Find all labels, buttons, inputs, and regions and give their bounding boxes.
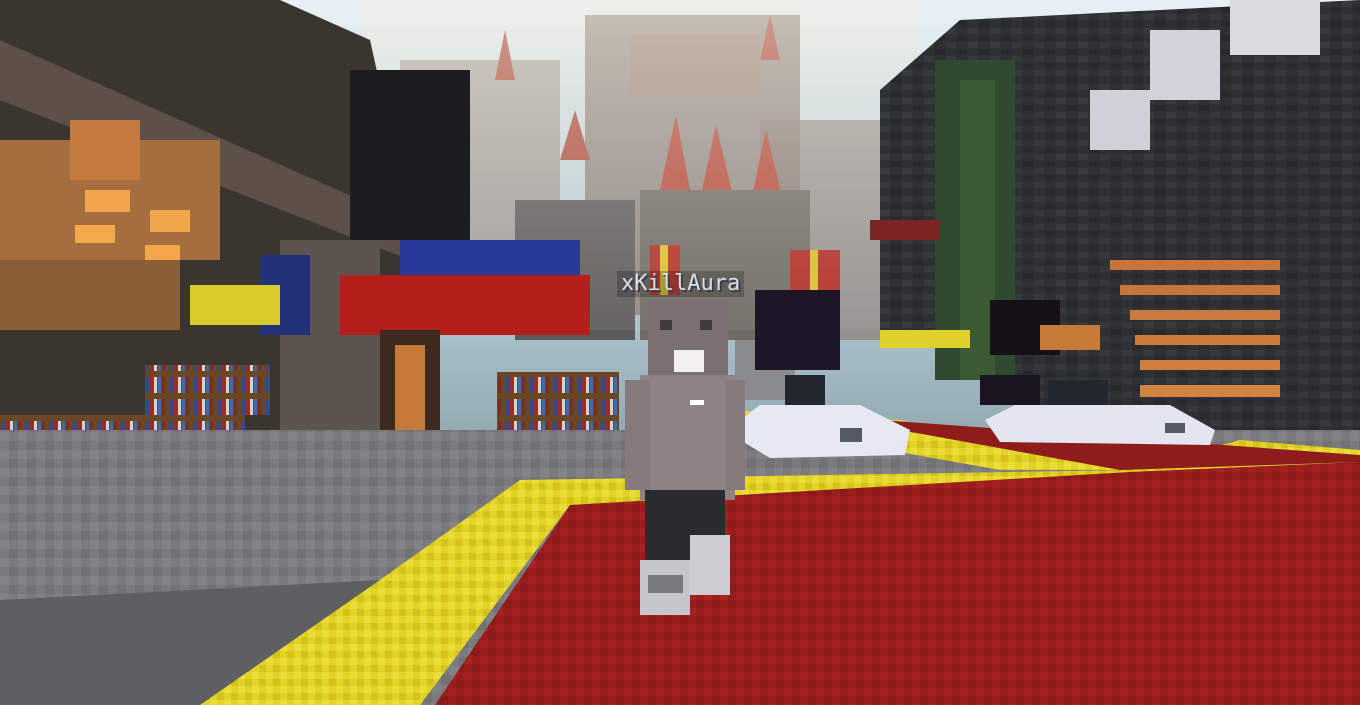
player-name-tag: xKillAura [617, 271, 745, 297]
game-viewport: xKillAura [0, 0, 1360, 705]
right-building [870, 0, 1360, 430]
world-render [0, 0, 1360, 705]
